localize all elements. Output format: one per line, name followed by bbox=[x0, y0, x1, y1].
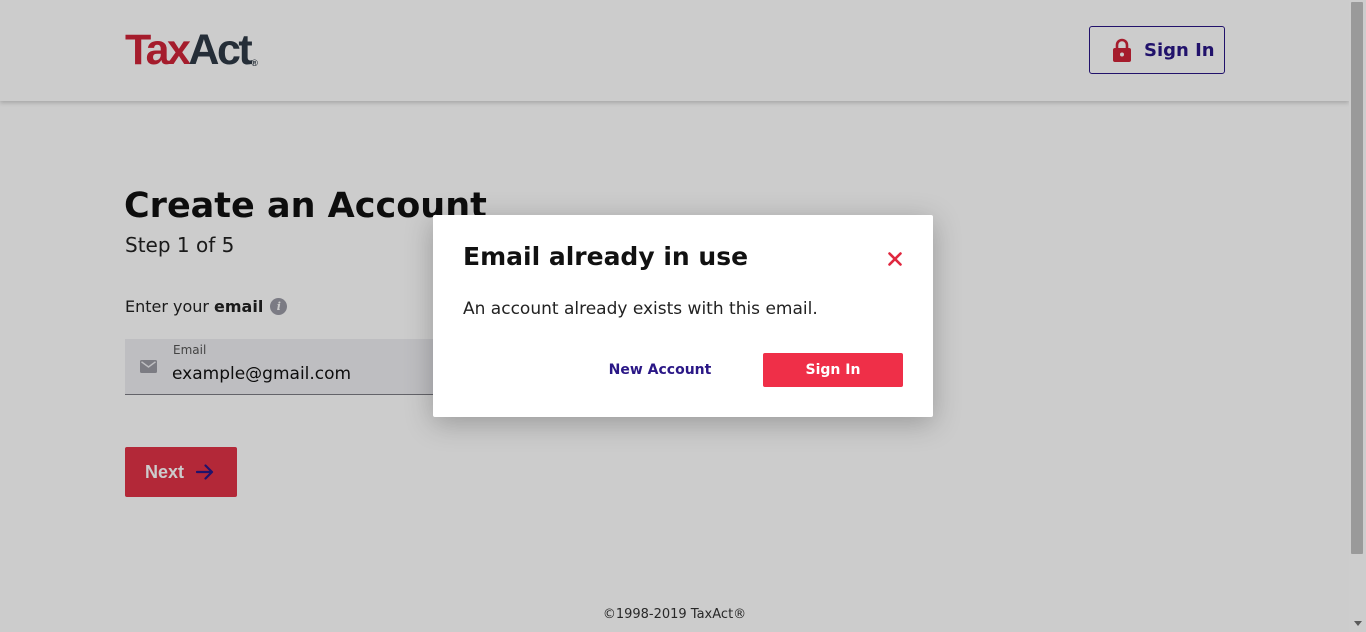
email-in-use-dialog: Email already in use An account already … bbox=[433, 215, 933, 417]
chevron-down-icon bbox=[1353, 621, 1362, 626]
dialog-message: An account already exists with this emai… bbox=[463, 299, 818, 319]
scrollbar-thumb[interactable] bbox=[1351, 2, 1363, 554]
dialog-sign-in-button[interactable]: Sign In bbox=[763, 353, 903, 387]
new-account-button[interactable]: New Account bbox=[590, 353, 730, 387]
close-button[interactable] bbox=[885, 249, 905, 269]
dialog-title: Email already in use bbox=[463, 242, 749, 271]
scroll-down-arrow[interactable] bbox=[1349, 615, 1366, 632]
scrollbar[interactable] bbox=[1349, 0, 1366, 632]
close-icon bbox=[888, 252, 902, 266]
